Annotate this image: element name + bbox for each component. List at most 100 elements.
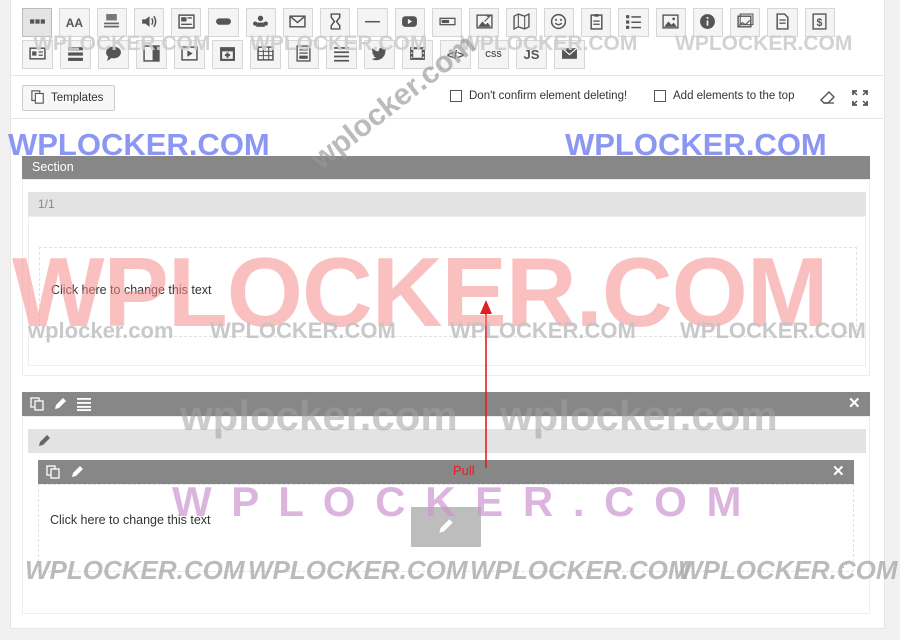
envelope-button[interactable] — [554, 40, 585, 69]
comment-button[interactable] — [98, 40, 129, 69]
table-icon — [257, 45, 274, 65]
list-icon — [625, 13, 642, 33]
confirm-delete-option[interactable]: Don't confirm element deleting! — [450, 90, 627, 102]
pencil-icon[interactable] — [37, 434, 51, 448]
fullscreen-icon[interactable] — [852, 90, 868, 106]
document-icon — [774, 12, 791, 33]
youtube-icon — [401, 13, 418, 33]
calendar-button[interactable] — [212, 40, 243, 69]
svg-text:$: $ — [817, 16, 823, 28]
toolbar-separator — [10, 75, 883, 76]
map-icon — [513, 12, 530, 33]
add-top-checkbox[interactable] — [654, 90, 666, 102]
image-icon — [662, 13, 679, 33]
document-button[interactable] — [767, 8, 798, 37]
toolbar-row-1: AA $ — [22, 8, 842, 37]
templates-label: Templates — [51, 92, 104, 104]
stack-button[interactable] — [60, 40, 91, 69]
divider-button[interactable] — [357, 8, 388, 37]
film-button[interactable] — [402, 40, 433, 69]
network-button[interactable] — [245, 8, 276, 37]
sidebar-button[interactable] — [136, 40, 167, 69]
add-top-option[interactable]: Add elements to the top — [654, 90, 794, 102]
text-size-button[interactable]: AA — [59, 8, 90, 37]
close-row-icon[interactable]: ✕ — [848, 396, 861, 411]
close-element-icon[interactable]: ✕ — [832, 464, 845, 479]
slider-bar-icon — [438, 13, 456, 33]
text-block-button[interactable] — [96, 8, 127, 37]
sidebar-icon — [143, 44, 160, 65]
twitter-icon — [371, 45, 388, 65]
column-header[interactable]: 1/1 — [28, 192, 866, 216]
youtube-button[interactable] — [394, 8, 425, 37]
add-top-label: Add elements to the top — [673, 90, 795, 102]
dollar-icon: $ — [811, 12, 828, 33]
calendar-icon — [219, 45, 236, 65]
card-icon — [29, 45, 46, 65]
confirm-delete-checkbox[interactable] — [450, 90, 462, 102]
button-element-button[interactable] — [208, 8, 239, 37]
eraser-icon[interactable] — [820, 90, 836, 106]
slider-bar-button[interactable] — [431, 8, 463, 37]
text-element-content[interactable]: Click here to change this text — [50, 513, 211, 527]
video-player-button[interactable] — [174, 40, 205, 69]
code-icon: </> — [446, 47, 465, 62]
countdown-button[interactable] — [320, 8, 351, 37]
clipboard-button[interactable] — [580, 8, 612, 37]
list-button[interactable] — [618, 8, 649, 37]
text-element-content[interactable]: Click here to change this text — [51, 283, 212, 297]
text-block-icon — [103, 13, 120, 33]
map-button[interactable] — [506, 8, 537, 37]
twitter-button[interactable] — [364, 40, 395, 69]
smiley-button[interactable] — [543, 8, 574, 37]
element-toolbar: AA $ </> CSS JS — [22, 8, 842, 72]
mail-icon — [289, 13, 307, 33]
lines-icon — [333, 45, 350, 65]
pull-label: Pull — [453, 463, 475, 478]
pencil-icon[interactable] — [70, 465, 84, 479]
smiley-icon — [550, 13, 567, 33]
resize-handle-icon[interactable]: ⋰ — [842, 559, 851, 570]
resize-handle-icon[interactable]: ⋰ — [845, 324, 854, 335]
pull-arrow — [480, 300, 492, 468]
lines-button[interactable] — [326, 40, 357, 69]
templates-icon — [31, 89, 51, 107]
copy-icon[interactable] — [30, 397, 44, 411]
post-button[interactable] — [171, 8, 202, 37]
templates-button[interactable]: Templates — [22, 85, 115, 111]
text-size-icon: AA — [65, 15, 84, 30]
copy-icon[interactable] — [46, 465, 60, 479]
pricing-button[interactable]: $ — [804, 8, 835, 37]
audio-button[interactable] — [133, 8, 165, 37]
code-button[interactable]: </> — [440, 40, 471, 69]
button-icon — [215, 13, 232, 33]
hourglass-icon — [327, 12, 344, 33]
pencil-icon[interactable] — [53, 397, 67, 411]
card-button[interactable] — [22, 40, 53, 69]
image-button[interactable] — [655, 8, 686, 37]
section-header[interactable]: Section — [22, 156, 870, 179]
film-icon — [409, 45, 426, 65]
mail-button[interactable] — [282, 8, 314, 37]
edit-overlay-button[interactable] — [411, 507, 481, 547]
image-edit-icon — [476, 13, 493, 33]
gallery-button[interactable] — [730, 8, 761, 37]
comment-icon — [105, 45, 122, 65]
controls-separator — [10, 118, 883, 119]
image-edit-button[interactable] — [469, 8, 500, 37]
form-icon — [295, 44, 312, 65]
info-icon — [699, 13, 716, 33]
row-icon — [29, 13, 46, 33]
form-button[interactable] — [288, 40, 319, 69]
js-button[interactable]: JS — [516, 40, 547, 69]
info-button[interactable] — [692, 8, 724, 37]
network-icon — [252, 13, 269, 33]
menu-icon[interactable] — [77, 397, 93, 411]
video-player-icon — [181, 45, 198, 65]
row-button[interactable] — [22, 8, 53, 37]
divider-icon — [364, 13, 381, 33]
css-button[interactable]: CSS — [478, 40, 509, 69]
table-button[interactable] — [250, 40, 281, 69]
gallery-icon — [737, 13, 754, 33]
css-icon: CSS — [485, 50, 502, 59]
